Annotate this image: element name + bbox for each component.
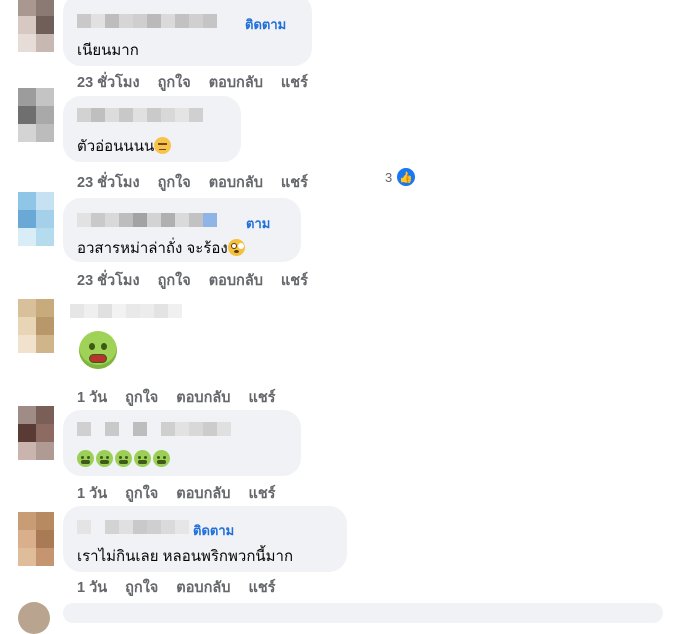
timestamp[interactable]: 1 วัน xyxy=(77,576,107,599)
blurred-author-name[interactable] xyxy=(70,304,182,318)
avatar[interactable] xyxy=(18,88,54,142)
comment-actions: 1 วัน ถูกใจ ตอบกลับ แชร์ xyxy=(77,482,275,505)
share-button[interactable]: แชร์ xyxy=(281,171,308,194)
comment-bubble: ตาม อวสารหม่าล่าถั่ง จะร้อง xyxy=(63,198,301,262)
reaction-count: 3 xyxy=(385,169,393,185)
neutral-face-icon xyxy=(154,137,172,154)
nauseated-face-icon xyxy=(134,450,151,467)
timestamp[interactable]: 1 วัน xyxy=(77,482,107,505)
timestamp[interactable]: 23 ชั่วโมง xyxy=(77,71,140,94)
nauseated-face-icon xyxy=(77,450,94,467)
comment-actions: 1 วัน ถูกใจ ตอบกลับ แชร์ xyxy=(77,576,275,599)
timestamp[interactable]: 1 วัน xyxy=(77,386,107,409)
share-button[interactable]: แชร์ xyxy=(249,482,276,505)
comment-actions: 23 ชั่วโมง ถูกใจ ตอบกลับ แชร์ xyxy=(77,269,308,292)
share-button[interactable]: แชร์ xyxy=(281,269,308,292)
like-button[interactable]: ถูกใจ xyxy=(125,576,158,599)
reply-button[interactable]: ตอบกลับ xyxy=(209,171,263,194)
blurred-author-name[interactable] xyxy=(77,422,231,436)
comment-bubble: ติดตาม เราไม่กินเลย หลอนพริกพวกนี้มาก xyxy=(63,506,347,572)
comment-bubble xyxy=(63,603,663,623)
share-button[interactable]: แชร์ xyxy=(249,386,276,409)
comment-emoji-row xyxy=(77,450,170,467)
comment-bubble: ตัวอ่อนนนน xyxy=(63,96,241,162)
avatar[interactable] xyxy=(18,512,54,566)
follow-link[interactable]: ติดตาม xyxy=(245,14,286,35)
like-button[interactable]: ถูกใจ xyxy=(125,386,158,409)
comment-text-content: อวสารหม่าล่าถั่ง จะร้อง xyxy=(77,240,228,257)
blurred-author-name[interactable] xyxy=(77,14,217,28)
reaction-summary[interactable]: 3 👍 xyxy=(385,166,418,188)
nauseated-face-icon xyxy=(96,450,113,467)
comment-bubble xyxy=(63,410,301,476)
nauseated-face-icon[interactable] xyxy=(79,331,117,369)
blurred-author-name[interactable] xyxy=(77,520,189,534)
comment-actions: 1 วัน ถูกใจ ตอบกลับ แชร์ xyxy=(77,386,275,409)
reply-button[interactable]: ตอบกลับ xyxy=(176,576,230,599)
comment-text: อวสารหม่าล่าถั่ง จะร้อง xyxy=(77,236,245,260)
share-button[interactable]: แชร์ xyxy=(281,71,308,94)
comment-text: ตัวอ่อนนนน xyxy=(77,134,172,158)
comment-bubble: ติดตาม เนียนมาก xyxy=(63,0,312,66)
blurred-author-name[interactable] xyxy=(77,108,203,122)
avatar[interactable] xyxy=(18,406,54,460)
thumbs-up-icon: 👍 xyxy=(395,166,418,188)
timestamp[interactable]: 23 ชั่วโมง xyxy=(77,171,140,194)
flushed-face-icon xyxy=(227,239,245,256)
reply-button[interactable]: ตอบกลับ xyxy=(176,482,230,505)
like-button[interactable]: ถูกใจ xyxy=(158,171,191,194)
avatar[interactable] xyxy=(18,299,54,353)
comment-text: เราไม่กินเลย หลอนพริกพวกนี้มาก xyxy=(77,548,294,565)
like-button[interactable]: ถูกใจ xyxy=(158,71,191,94)
avatar[interactable] xyxy=(18,602,50,634)
reply-button[interactable]: ตอบกลับ xyxy=(209,269,263,292)
follow-link[interactable]: ตาม xyxy=(246,213,270,234)
like-button[interactable]: ถูกใจ xyxy=(158,269,191,292)
avatar[interactable] xyxy=(18,0,54,52)
follow-link[interactable]: ติดตาม xyxy=(193,520,234,541)
comment-text-content: ตัวอ่อนนนน xyxy=(77,138,155,155)
blurred-author-name[interactable] xyxy=(77,213,217,227)
timestamp[interactable]: 23 ชั่วโมง xyxy=(77,269,140,292)
reply-button[interactable]: ตอบกลับ xyxy=(209,71,263,94)
share-button[interactable]: แชร์ xyxy=(249,576,276,599)
comment-text: เนียนมาก xyxy=(77,42,139,59)
comment-actions: 23 ชั่วโมง ถูกใจ ตอบกลับ แชร์ xyxy=(77,71,308,94)
avatar[interactable] xyxy=(18,192,54,246)
nauseated-face-icon xyxy=(115,450,132,467)
nauseated-face-icon xyxy=(153,450,170,467)
comment-actions: 23 ชั่วโมง ถูกใจ ตอบกลับ แชร์ xyxy=(77,171,308,194)
like-button[interactable]: ถูกใจ xyxy=(125,482,158,505)
reply-button[interactable]: ตอบกลับ xyxy=(176,386,230,409)
